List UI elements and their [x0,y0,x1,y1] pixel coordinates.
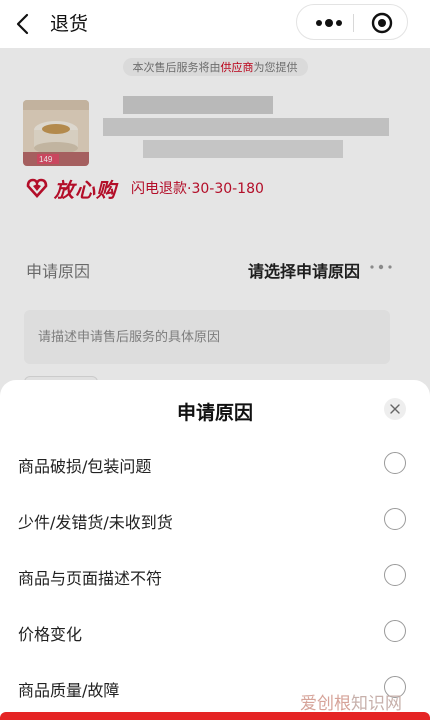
reason-option[interactable]: 商品破损/包装问题 [0,437,430,493]
watermark-part1: 爱创根 [300,694,351,714]
radio-button[interactable] [384,564,406,586]
reason-option-label: 价格变化 [18,625,83,644]
reason-bottom-sheet: 申请原因 商品破损/包装问题 少件/发错货/未收到货 商品与页面描述不符 价格变… [0,380,430,720]
nav-bar: 退货 [0,0,430,48]
watermark: 爱创根知识网 [300,689,402,714]
mini-program-capsule [296,4,408,40]
watermark-part2: 知识网 [351,694,402,714]
reason-option[interactable]: 商品与页面描述不符 [0,549,430,605]
sheet-title: 申请原因 [176,402,253,424]
radio-button[interactable] [384,452,406,474]
close-icon[interactable] [384,398,406,420]
reason-option-label: 商品质量/故障 [18,681,120,700]
submit-button-edge[interactable] [0,712,430,720]
more-dots-icon[interactable] [309,5,349,41]
target-icon[interactable] [357,5,407,41]
reason-option-label: 商品破损/包装问题 [18,457,152,476]
chevron-left-icon[interactable] [14,12,34,36]
reason-option[interactable]: 价格变化 [0,605,430,661]
reason-option-label: 少件/发错货/未收到货 [18,513,173,532]
reason-option-label: 商品与页面描述不符 [18,569,163,588]
page-title: 退货 [50,13,89,35]
radio-button[interactable] [384,620,406,642]
radio-button[interactable] [384,508,406,530]
reason-option[interactable]: 少件/发错货/未收到货 [0,493,430,549]
capsule-divider [353,14,354,32]
